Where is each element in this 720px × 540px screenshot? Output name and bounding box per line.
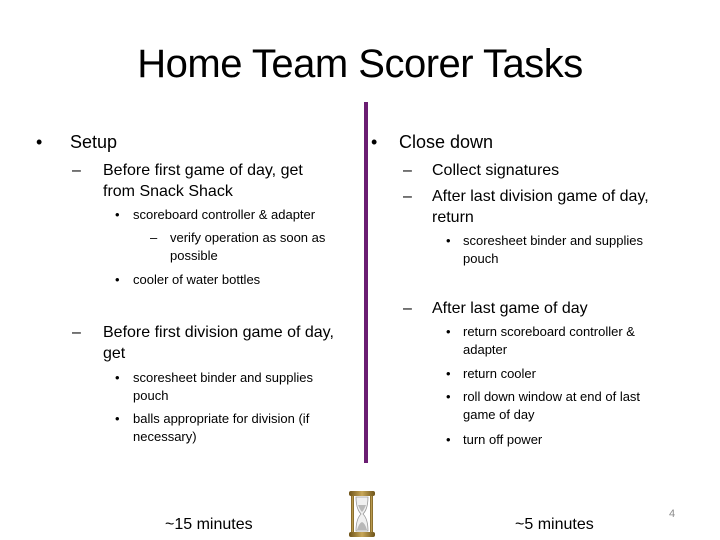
- close-down-time: ~5 minutes: [515, 516, 594, 533]
- list-item: game of day: [463, 407, 535, 422]
- section-label: return: [432, 209, 474, 226]
- section-label: Before first game of day, get: [103, 162, 303, 179]
- list-item: necessary): [133, 429, 197, 444]
- list-item: turn off power: [463, 432, 543, 447]
- bullet-icon: •: [446, 432, 451, 447]
- column-divider: [364, 102, 368, 463]
- bullet-icon: •: [446, 324, 451, 339]
- bullet-icon: •: [446, 233, 451, 248]
- setup-time: ~15 minutes: [165, 516, 253, 533]
- list-item: pouch: [133, 388, 169, 403]
- list-item: adapter: [463, 342, 508, 357]
- sub-list-item: possible: [170, 248, 218, 263]
- dash-icon: –: [403, 162, 412, 179]
- bullet-icon: •: [36, 132, 43, 152]
- list-item: roll down window at end of last: [463, 389, 641, 404]
- setup-heading: Setup: [70, 132, 118, 152]
- dash-icon: –: [403, 188, 412, 205]
- dash-icon: –: [150, 230, 158, 245]
- dash-icon: –: [72, 324, 81, 341]
- section-label: After last game of day: [432, 300, 588, 317]
- section-label: get: [103, 345, 126, 362]
- bullet-icon: •: [446, 389, 451, 404]
- hourglass-icon: [349, 491, 375, 537]
- section-label: Before first division game of day,: [103, 324, 334, 341]
- section-label: from Snack Shack: [103, 183, 233, 200]
- bullet-icon: •: [115, 207, 120, 222]
- section-label: Collect signatures: [432, 162, 560, 179]
- bullet-icon: •: [115, 370, 120, 385]
- dash-icon: –: [72, 162, 81, 179]
- list-item: pouch: [463, 251, 499, 266]
- list-item: scoreboard controller & adapter: [133, 207, 316, 222]
- bullet-icon: •: [446, 366, 451, 381]
- sub-list-item: verify operation as soon as: [170, 230, 326, 245]
- list-item: scoresheet binder and supplies: [463, 233, 643, 248]
- list-item: return cooler: [463, 366, 536, 381]
- list-item: balls appropriate for division (if: [133, 411, 310, 426]
- bullet-icon: •: [371, 132, 378, 152]
- page-number: 4: [669, 508, 676, 520]
- slide-title: Home Team Scorer Tasks: [137, 42, 583, 86]
- list-item: cooler of water bottles: [133, 272, 261, 287]
- bullet-icon: •: [115, 272, 120, 287]
- dash-icon: –: [403, 300, 412, 317]
- close-down-heading: Close down: [399, 132, 494, 152]
- section-label: After last division game of day,: [432, 188, 649, 205]
- list-item: scoresheet binder and supplies: [133, 370, 313, 385]
- list-item: return scoreboard controller &: [463, 324, 635, 339]
- bullet-icon: •: [115, 411, 120, 426]
